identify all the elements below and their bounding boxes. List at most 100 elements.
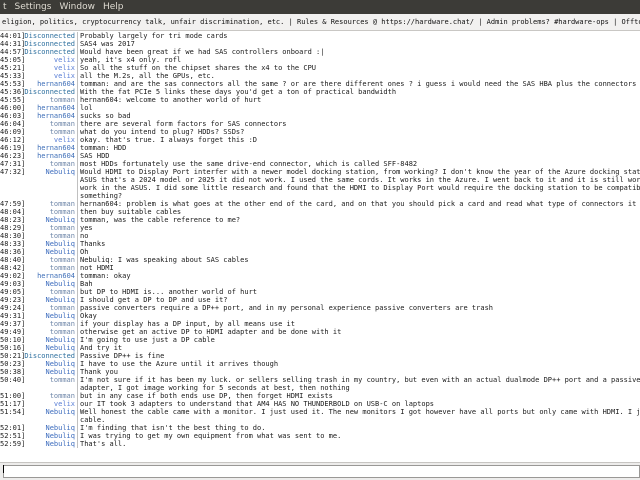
message-text: not HDMI: [80, 264, 114, 272]
nickname[interactable]: tomman: [22, 208, 75, 216]
nickname[interactable]: Nebuliq: [22, 368, 75, 376]
nickname[interactable]: Nebuliq: [22, 312, 75, 320]
nickname[interactable]: Nebuliq: [22, 440, 75, 448]
message-text: Okay: [80, 312, 97, 320]
chat-line: 45:33] velix all the M.2s, all the GPUs, e…: [0, 72, 640, 80]
chat-log[interactable]: 44:01] Disconnected Probably largely for t…: [0, 32, 640, 462]
nickname[interactable]: hernan604: [22, 152, 75, 160]
message-text: lol: [80, 104, 93, 112]
nickname[interactable]: Nebuliq: [22, 408, 75, 416]
message-text: otherwise get an active DP to HDMI adapt…: [80, 328, 342, 336]
timestamp: 49:49]: [0, 328, 26, 336]
nickname[interactable]: tomman: [22, 224, 75, 232]
nickname[interactable]: tomman: [22, 200, 75, 208]
timestamp: 45:55]: [0, 96, 26, 104]
nickname[interactable]: velix: [22, 136, 75, 144]
nickname[interactable]: tomman: [22, 392, 75, 400]
nickname[interactable]: tomman: [22, 320, 75, 328]
nickname[interactable]: hernan604: [22, 104, 75, 112]
nickname[interactable]: tomman: [22, 120, 75, 128]
nickname[interactable]: tomman: [22, 232, 75, 240]
timestamp: 49:23]: [0, 296, 26, 304]
nickname[interactable]: tomman: [22, 288, 75, 296]
menu-item-window[interactable]: Window: [55, 0, 100, 14]
nickname[interactable]: Nebuliq: [22, 424, 75, 432]
message-text: Would HDMI to Display Port interfer with…: [80, 168, 640, 176]
nickname[interactable]: velix: [22, 400, 75, 408]
column-separator: [77, 152, 78, 160]
message-input[interactable]: [3, 465, 640, 478]
column-separator: [77, 264, 78, 272]
chat-line: 46:09] tomman what do you intend to plug? …: [0, 128, 640, 136]
timestamp: 50:40]: [0, 376, 26, 384]
column-separator: [77, 280, 78, 288]
menu-item-settings[interactable]: Settings: [11, 0, 57, 14]
column-separator: [77, 400, 78, 408]
message-text: Thank you: [80, 368, 118, 376]
nickname[interactable]: Nebuliq: [22, 248, 75, 256]
timestamp: 50:23]: [0, 360, 26, 368]
chat-line: 45:55] tomman hernan604: welcome to anothe…: [0, 96, 640, 104]
column-separator: [77, 272, 78, 280]
message-text: hernan604: welcome to another world of h…: [80, 96, 262, 104]
column-separator: [77, 160, 78, 168]
timestamp: 50:16]: [0, 344, 26, 352]
timestamp: 48:42]: [0, 264, 26, 272]
nickname[interactable]: Disconnected: [22, 352, 75, 360]
message-text: Oh: [80, 248, 89, 256]
timestamp: 48:23]: [0, 216, 26, 224]
message-text: I'm not sure if it has been my luck. or …: [80, 376, 640, 384]
nickname[interactable]: Nebuliq: [22, 168, 75, 176]
message-text: what do you intend to plug? HDDs? SSDs?: [80, 128, 245, 136]
message-text: adapter, I got image working for 5 secon…: [80, 384, 350, 392]
nickname[interactable]: Nebuliq: [22, 344, 75, 352]
chat-line: 47:59] tomman hernan604: problem is what g…: [0, 200, 640, 208]
chat-line: 51:54] Nebuliq Well honest the cable came …: [0, 408, 640, 416]
nickname[interactable]: tomman: [22, 264, 75, 272]
nickname[interactable]: tomman: [22, 128, 75, 136]
nickname[interactable]: Disconnected: [22, 40, 75, 48]
column-separator: [77, 40, 78, 48]
chat-line: 52:51] Nebuliq I was trying to get my own …: [0, 432, 640, 440]
column-separator: [77, 296, 78, 304]
nickname[interactable]: velix: [22, 56, 75, 64]
column-separator: [77, 360, 78, 368]
nickname[interactable]: hernan604: [22, 112, 75, 120]
nickname[interactable]: tomman: [22, 376, 75, 384]
nickname[interactable]: tomman: [22, 304, 75, 312]
nickname[interactable]: Nebuliq: [22, 296, 75, 304]
timestamp: 45:05]: [0, 56, 26, 64]
column-separator: [77, 368, 78, 376]
chat-line: 46:12] velix okay. that's true. I always f…: [0, 136, 640, 144]
nickname[interactable]: hernan604: [22, 272, 75, 280]
nickname[interactable]: Disconnected: [22, 48, 75, 56]
nickname[interactable]: Nebuliq: [22, 432, 75, 440]
nickname[interactable]: Nebuliq: [22, 280, 75, 288]
nickname[interactable]: Disconnected: [22, 32, 75, 40]
chat-line: 52:59] Nebuliq That's all.: [0, 440, 640, 448]
timestamp: 49:02]: [0, 272, 26, 280]
chat-line: 49:02] hernan604 tomman: okay: [0, 272, 640, 280]
nickname[interactable]: Nebuliq: [22, 336, 75, 344]
nickname[interactable]: tomman: [22, 256, 75, 264]
channel-topic[interactable]: eligion, politics, cryptocurrency talk, …: [0, 14, 640, 31]
column-separator: [77, 96, 78, 104]
timestamp: 51:54]: [0, 408, 26, 416]
timestamp: 49:31]: [0, 312, 26, 320]
nickname[interactable]: hernan604: [22, 144, 75, 152]
nickname[interactable]: Disconnected: [22, 88, 75, 96]
nickname[interactable]: hernan604: [22, 80, 75, 88]
nickname[interactable]: tomman: [22, 160, 75, 168]
nickname[interactable]: Nebuliq: [22, 216, 75, 224]
chat-line: something?: [0, 192, 640, 200]
nickname[interactable]: tomman: [22, 96, 75, 104]
nickname[interactable]: tomman: [22, 328, 75, 336]
nickname[interactable]: Nebuliq: [22, 360, 75, 368]
nickname[interactable]: velix: [22, 72, 75, 80]
timestamp: 52:01]: [0, 424, 26, 432]
nickname[interactable]: Nebuliq: [22, 240, 75, 248]
timestamp: 44:57]: [0, 48, 26, 56]
menu-item-help[interactable]: Help: [99, 0, 129, 14]
timestamp: 49:37]: [0, 320, 26, 328]
nickname[interactable]: velix: [22, 64, 75, 72]
